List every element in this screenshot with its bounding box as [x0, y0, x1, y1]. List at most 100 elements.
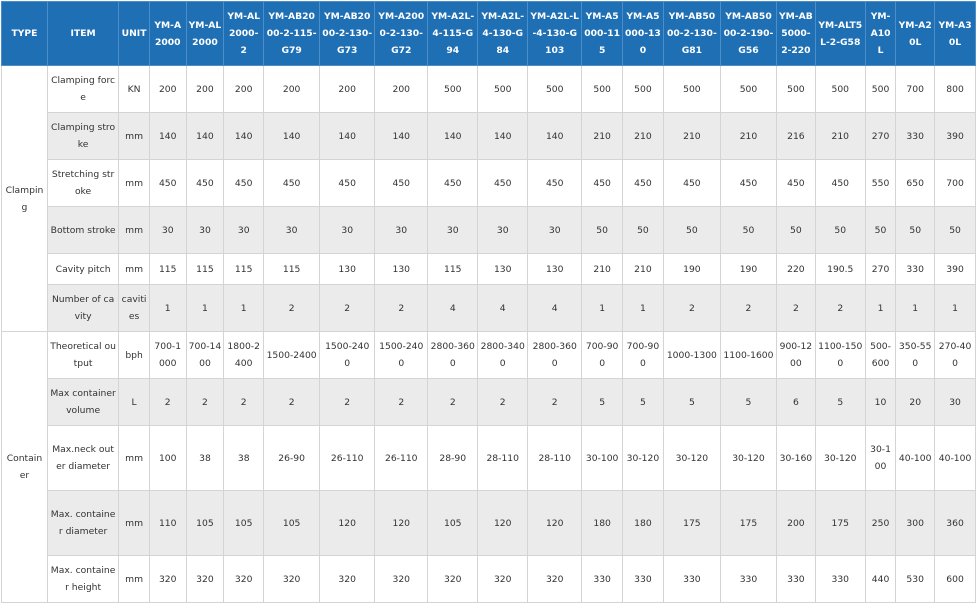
table-cell: 30 [427, 206, 479, 254]
table-cell: 30-120 [814, 425, 866, 491]
table-cell: 130 [319, 253, 376, 285]
table-cell: 450 [662, 159, 721, 207]
table-row: Number of cavity cavities 1 1 1 2 2 2 4 4 4 1 1 2 2 2 2 1… [2, 284, 976, 332]
table-cell: 1 [864, 284, 897, 332]
table-cell: 140 [527, 112, 583, 160]
table-cell: 216 [776, 112, 816, 160]
table-cell: 500-600 [864, 331, 897, 379]
table-cell: 700-1400 [185, 331, 225, 379]
row-item-label: Theoretical output [46, 331, 120, 379]
header-item: ITEM [46, 1, 120, 66]
header-model: YM-AB2000-2-130-G73 [319, 1, 376, 66]
table-cell: 330 [814, 555, 866, 603]
table-cell: 30 [185, 206, 225, 254]
table-cell: 30-100 [864, 425, 897, 491]
row-item-label: Clamping force [46, 65, 120, 113]
table-cell: 6 [776, 378, 816, 426]
table-cell: 115 [263, 253, 321, 285]
table-cell: 50 [814, 206, 866, 254]
row-item-label: Max. container diameter [46, 490, 120, 556]
table-cell: 450 [622, 159, 664, 207]
row-item-label: Number of cavity [46, 284, 120, 332]
table-cell: 5 [581, 378, 624, 426]
header-model: YM-A5000-130 [622, 1, 664, 66]
table-cell: 26-110 [319, 425, 376, 491]
table-cell: 2800-3400 [477, 331, 529, 379]
table-cell: 320 [319, 555, 376, 603]
table-cell: 2 [814, 284, 866, 332]
table-cell: 450 [263, 159, 321, 207]
table-cell: 175 [662, 490, 721, 556]
table-cell: 700 [895, 65, 936, 113]
table-cell: 115 [223, 253, 265, 285]
table-cell: 220 [776, 253, 816, 285]
table-cell: 30 [263, 206, 321, 254]
table-cell: 450 [776, 159, 816, 207]
table-cell: 140 [477, 112, 529, 160]
table-cell: 40-100 [895, 425, 936, 491]
header-model: YM-AB5000-2-190-G56 [719, 1, 778, 66]
table-cell: 200 [223, 65, 265, 113]
table-cell: 2 [185, 378, 225, 426]
table-cell: 110 [148, 490, 187, 556]
group-label: Container [1, 331, 48, 603]
table-cell: 175 [814, 490, 866, 556]
row-item-label: Stretching stroke [46, 159, 120, 207]
table-cell: 360 [934, 490, 976, 556]
table-cell: 270 [864, 253, 897, 285]
table-cell: 105 [263, 490, 321, 556]
table-cell: 190 [719, 253, 778, 285]
table-cell: 5 [719, 378, 778, 426]
header-model: YM-A2L-4-115-G94 [427, 1, 479, 66]
table-cell: 2 [527, 378, 583, 426]
table-cell: 50 [719, 206, 778, 254]
table-cell: 500 [527, 65, 583, 113]
table-cell: 330 [662, 555, 721, 603]
table-cell: 2 [148, 378, 187, 426]
table-cell: 210 [814, 112, 866, 160]
table-cell: 1500-2400 [374, 331, 429, 379]
table-cell: 320 [477, 555, 529, 603]
table-cell: 320 [374, 555, 429, 603]
table-cell: 1 [581, 284, 624, 332]
table-cell: 180 [622, 490, 664, 556]
table-cell: 320 [427, 555, 479, 603]
table-cell: 50 [895, 206, 936, 254]
table-cell: 140 [223, 112, 265, 160]
table-cell: 270 [864, 112, 897, 160]
table-cell: 105 [427, 490, 479, 556]
header-model: YM-A2L-L-4-130-G103 [527, 1, 583, 66]
table-cell: 330 [895, 253, 936, 285]
table-row: Cavity pitch mm 115 115 115 115 130 130 115 130 13… [2, 253, 976, 285]
table-row: Max. container diameter mm 110 105 105 105 120… [2, 490, 976, 556]
table-cell: 320 [148, 555, 187, 603]
table-cell: 500 [719, 65, 778, 113]
table-cell: 2 [427, 378, 479, 426]
header-model: YM-A5000-115 [581, 1, 624, 66]
table-cell: 38 [185, 425, 225, 491]
table-cell: 440 [864, 555, 897, 603]
header-unit: UNIT [118, 1, 150, 66]
table-cell: 700-900 [622, 331, 664, 379]
table-cell: 500 [477, 65, 529, 113]
table-cell: 175 [719, 490, 778, 556]
table-cell: 2 [319, 378, 376, 426]
table-cell: 330 [719, 555, 778, 603]
table-cell: 140 [319, 112, 376, 160]
table-cell: 200 [148, 65, 187, 113]
table-cell: 300 [895, 490, 936, 556]
table-cell: 30-120 [662, 425, 721, 491]
table-cell: 4 [427, 284, 479, 332]
table-cell: 390 [934, 112, 976, 160]
header-type: TYPE [1, 1, 48, 66]
table-cell: 10 [864, 378, 897, 426]
table-cell: 115 [185, 253, 225, 285]
table-cell: 210 [662, 112, 721, 160]
table-cell: 2 [263, 284, 321, 332]
table-cell: 200 [263, 65, 321, 113]
table-cell: 800 [934, 65, 976, 113]
row-item-label: Clamping stroke [46, 112, 120, 160]
table-cell: 270-400 [934, 331, 976, 379]
table-cell: 500 [662, 65, 721, 113]
table-cell: 140 [185, 112, 225, 160]
